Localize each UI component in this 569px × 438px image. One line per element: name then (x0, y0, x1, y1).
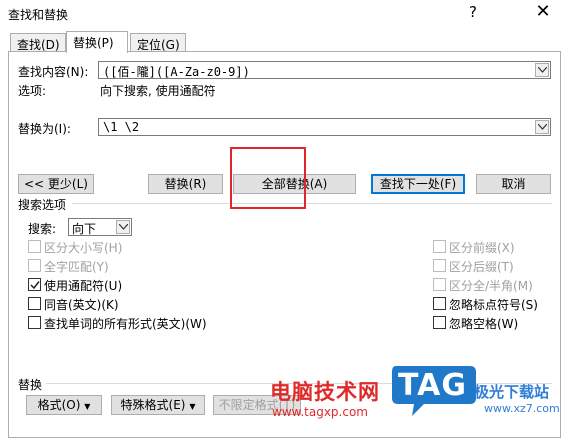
checkbox-all-word-forms-label: 查找单词的所有形式(英文)(W) (44, 317, 207, 331)
search-direction-label: 搜索: (28, 222, 57, 236)
title-bar (0, 0, 569, 30)
replace-label: 替换为(I): (18, 122, 71, 136)
replace-input[interactable]: \1 \2 (98, 118, 551, 136)
checkbox-all-word-forms[interactable] (28, 316, 41, 329)
help-button[interactable]: ? (463, 3, 483, 21)
search-options-divider (72, 203, 552, 204)
checkbox-match-case-label: 区分大小写(H) (44, 241, 123, 255)
checkbox-match-case[interactable] (28, 240, 41, 253)
search-direction-select[interactable]: 向下 (68, 218, 132, 236)
format-button-label: 格式(O) (37, 398, 81, 412)
replace-dropdown-arrow[interactable] (535, 120, 549, 134)
special-format-button[interactable]: 特殊格式(E) ▼ (111, 395, 205, 415)
checkbox-wildcards-label: 使用通配符(U) (44, 279, 123, 293)
checkbox-ignore-punctuation-label: 忽略标点符号(S) (449, 298, 538, 312)
find-dropdown-arrow[interactable] (535, 63, 549, 77)
options-label: 选项: (18, 84, 47, 98)
checkbox-whole-word[interactable] (28, 259, 41, 272)
caret-down-icon: ▼ (189, 402, 196, 411)
special-format-button-label: 特殊格式(E) (120, 398, 186, 412)
find-label: 查找内容(N): (18, 65, 89, 79)
tab-find[interactable]: 查找(D) (10, 33, 66, 52)
replace-button[interactable]: 替换(R) (148, 174, 223, 194)
checkbox-match-width-label: 区分全/半角(M) (449, 279, 533, 293)
watermark-site-url: www.xz7.com (484, 402, 560, 415)
tag-logo: TAG (390, 362, 478, 418)
tag-logo-text: TAG (398, 368, 467, 403)
less-button[interactable]: << 更少(L) (18, 174, 94, 194)
checkmark-icon (30, 281, 40, 290)
find-value: ([佰-隴]([A-Za-z0-9]) (103, 65, 250, 79)
tab-replace[interactable]: 替换(P) (66, 31, 128, 53)
watermark-site: 极光下载站 (474, 383, 550, 401)
checkbox-whole-word-label: 全字匹配(Y) (44, 260, 109, 274)
checkbox-ignore-punctuation[interactable] (433, 297, 446, 310)
checkbox-ignore-space-label: 忽略空格(W) (449, 317, 519, 331)
checkbox-match-suffix-label: 区分后缀(T) (449, 260, 514, 274)
cancel-button[interactable]: 取消 (476, 174, 551, 194)
checkbox-sounds-like[interactable] (28, 297, 41, 310)
replace-section-title: 替换 (18, 376, 47, 393)
watermark-url: www.tagxp.com (272, 405, 368, 419)
highlight-box (230, 147, 306, 209)
window-title: 查找和替换 (8, 8, 69, 22)
close-button[interactable]: ✕ (528, 1, 558, 22)
checkbox-match-prefix[interactable] (433, 240, 446, 253)
find-next-button[interactable]: 查找下一处(F) (371, 174, 465, 194)
chevron-down-icon (119, 224, 128, 230)
watermark-brand: 电脑技术网 (270, 380, 380, 404)
checkbox-match-suffix[interactable] (433, 259, 446, 272)
checkbox-match-prefix-label: 区分前缀(X) (449, 241, 515, 255)
chevron-down-icon (538, 67, 547, 73)
find-input[interactable]: ([佰-隴]([A-Za-z0-9]) (98, 61, 551, 79)
checkbox-ignore-space[interactable] (433, 316, 446, 329)
search-direction-value: 向下 (72, 222, 97, 236)
checkbox-match-width[interactable] (433, 278, 446, 291)
chevron-down-icon (538, 124, 547, 130)
search-options-title: 搜索选项 (18, 196, 71, 213)
search-direction-arrow[interactable] (116, 220, 130, 234)
replace-value: \1 \2 (103, 120, 140, 134)
format-button[interactable]: 格式(O) ▼ (26, 395, 102, 415)
caret-down-icon: ▼ (84, 402, 91, 411)
options-value: 向下搜索, 使用通配符 (100, 84, 216, 98)
tab-goto[interactable]: 定位(G) (130, 33, 186, 52)
checkbox-sounds-like-label: 同音(英文)(K) (44, 298, 119, 312)
checkbox-wildcards[interactable] (28, 278, 41, 291)
